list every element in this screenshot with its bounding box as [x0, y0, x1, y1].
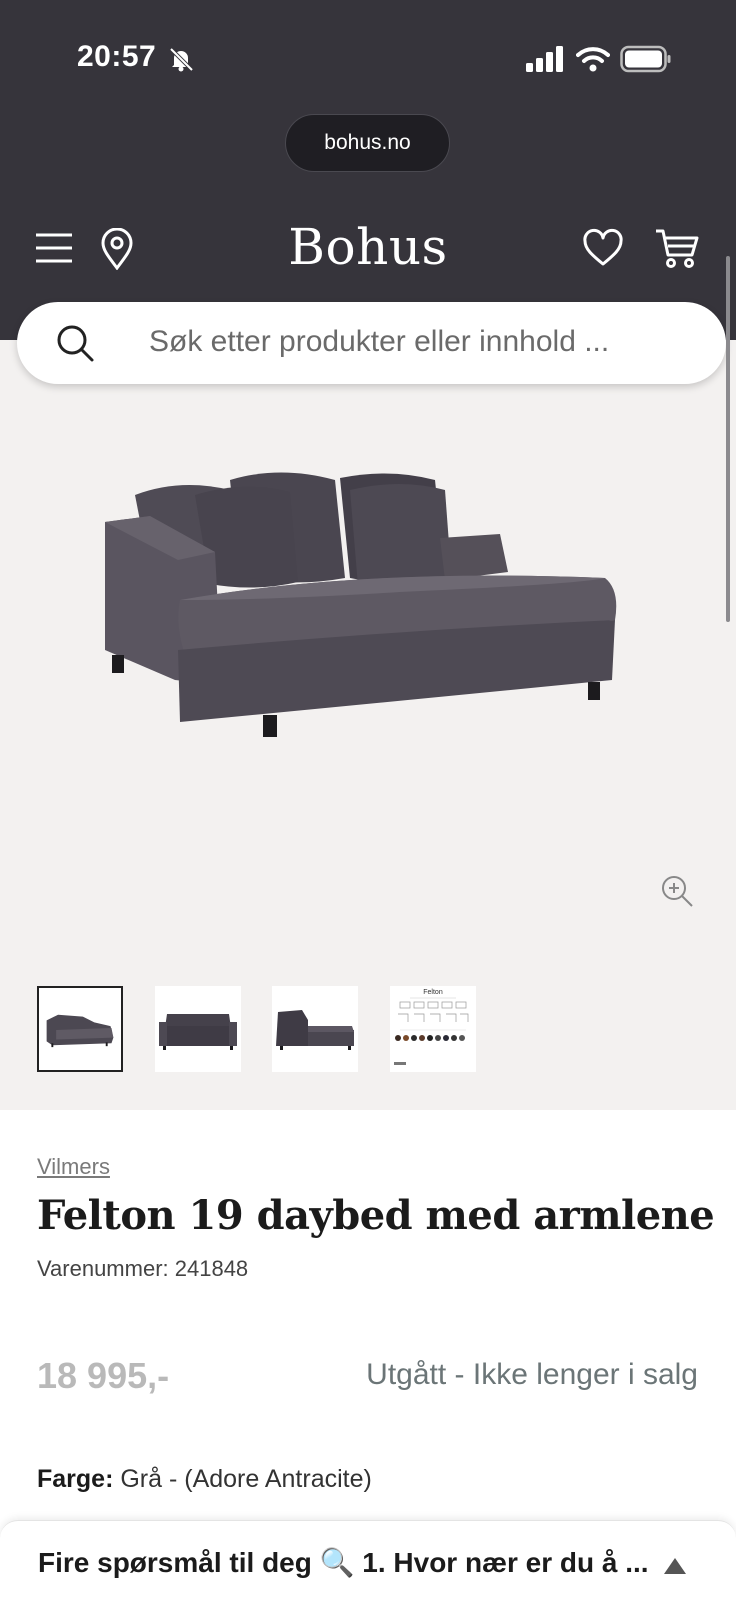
thumbnail-2[interactable] [155, 986, 241, 1072]
product-brand-link[interactable]: Vilmers [37, 1154, 110, 1180]
chat-prompt-text[interactable]: Fire spørsmål til deg 🔍 1. Hvor nær er d… [38, 1546, 649, 1579]
location-pin-icon[interactable] [100, 228, 134, 270]
bell-muted-icon [169, 47, 194, 72]
scrollbar[interactable] [726, 256, 730, 622]
status-bar: 20:57 [0, 0, 736, 110]
cellular-signal-icon [526, 46, 563, 72]
search-icon [57, 325, 94, 362]
zoom-in-icon[interactable] [660, 874, 694, 908]
url-text: bohus.no [324, 131, 411, 154]
color-value: Grå - (Adore Antracite) [120, 1465, 372, 1493]
site-logo[interactable]: Bohus [268, 218, 468, 276]
product-price: 18 995,- [37, 1355, 170, 1396]
product-title: Felton 19 daybed med armlene [37, 1192, 715, 1239]
search-input[interactable]: Søk etter produkter eller innhold ... [149, 325, 609, 359]
status-time: 20:57 [77, 40, 157, 73]
battery-icon [620, 45, 671, 73]
availability-status: Utgått - Ikke lenger i salg [366, 1358, 698, 1391]
menu-icon[interactable] [34, 230, 74, 266]
shopping-cart-icon[interactable] [654, 226, 700, 270]
thumbnail-4[interactable]: Felton [390, 986, 476, 1072]
color-label: Farge: [37, 1465, 114, 1493]
product-image[interactable] [100, 460, 640, 760]
thumbnail-1[interactable] [37, 986, 123, 1072]
thumbnail-3[interactable] [272, 986, 358, 1072]
thumbnail-fabric-chart: Felton [394, 989, 469, 1065]
wifi-icon [576, 47, 610, 72]
search-bar[interactable]: Søk etter produkter eller innhold ... [17, 302, 726, 384]
thumbnail-caption: Felton [423, 989, 443, 996]
product-sku: Varenummer: 241848 [37, 1256, 249, 1281]
thumbnail-sofa-angle [46, 1014, 114, 1048]
thumbnail-sofa-front [159, 1014, 237, 1050]
browser-url-bar[interactable]: bohus.no [285, 114, 450, 172]
thumbnail-sofa-side [276, 1010, 354, 1050]
expand-up-icon[interactable] [662, 1556, 688, 1576]
color-info: Farge: Grå - (Adore Antracite) [37, 1465, 372, 1494]
heart-icon[interactable] [582, 228, 624, 268]
